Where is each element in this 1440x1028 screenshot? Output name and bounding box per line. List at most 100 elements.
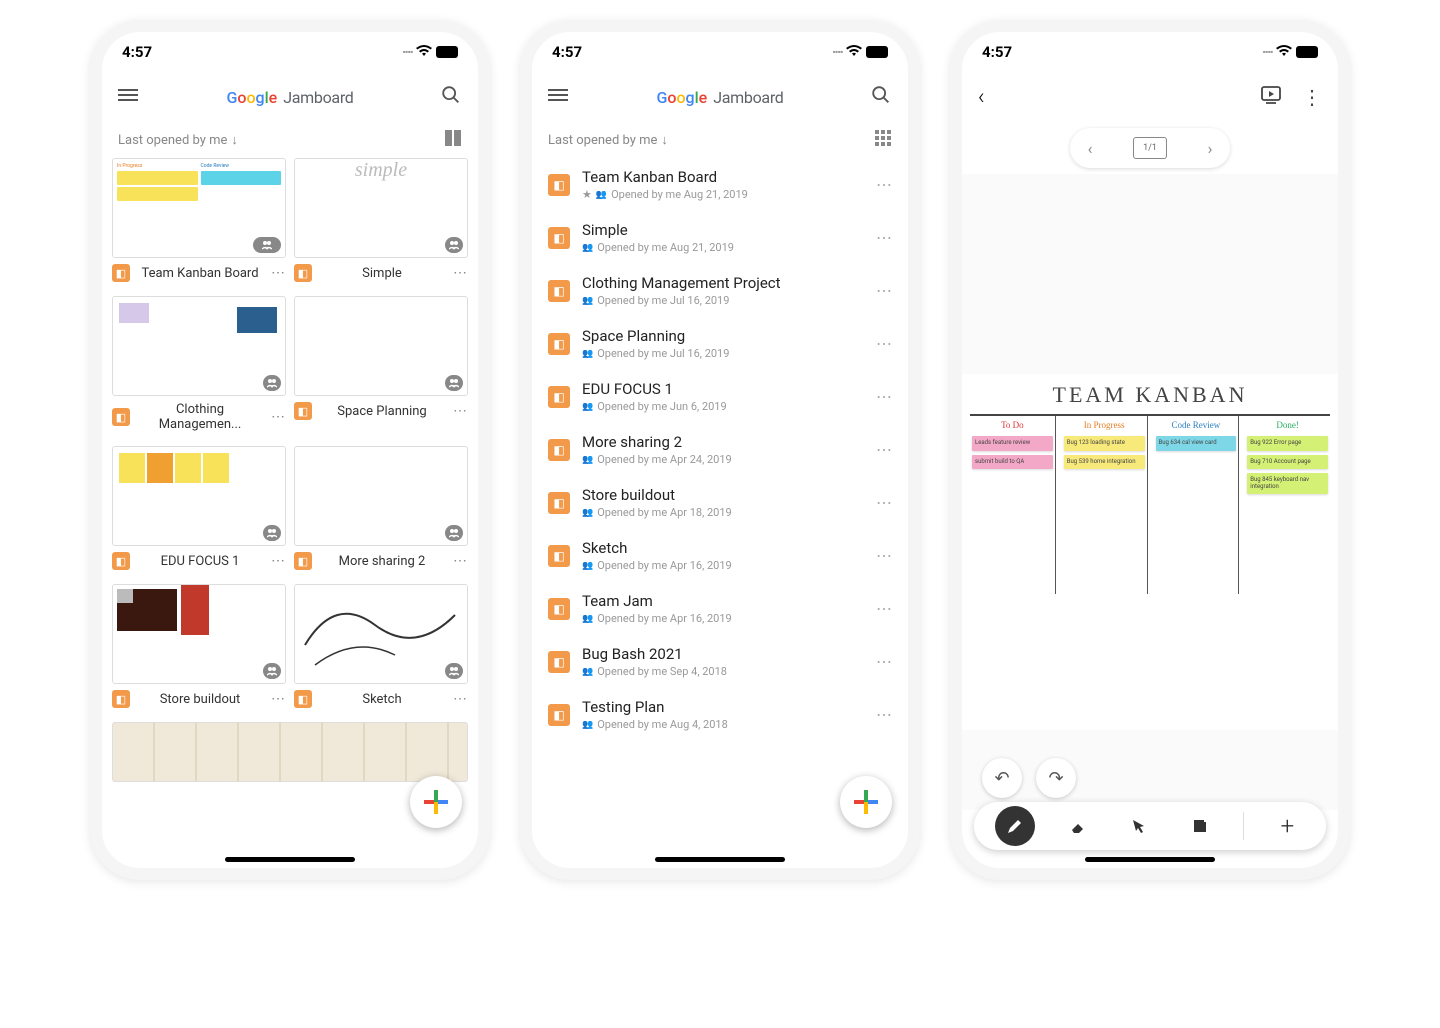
list-item-more-button[interactable]: ⋯ [876, 387, 892, 406]
shared-badge-icon [263, 525, 281, 541]
grid-card[interactable]: In Progress Code Review ◧Team Kanban Boa… [112, 158, 286, 288]
back-button[interactable]: ‹ [978, 85, 985, 110]
list-item[interactable]: ◧Team Jam👥 Opened by me Apr 16, 2019⋯ [532, 582, 908, 635]
list-item-subtitle: 👥 Opened by me Aug 4, 2018 [582, 718, 864, 731]
list-item[interactable]: ◧Sketch👥 Opened by me Apr 16, 2019⋯ [532, 529, 908, 582]
next-frame-button[interactable]: › [1200, 139, 1220, 158]
card-title: EDU FOCUS 1 [136, 554, 264, 569]
present-button[interactable] [1260, 85, 1282, 109]
card-title: More sharing 2 [318, 554, 446, 569]
list-scroll[interactable]: ◧Team Kanban Board★ 👥 Opened by me Aug 2… [532, 158, 908, 868]
grid-card[interactable] [112, 722, 468, 782]
view-toggle-list-button[interactable] [444, 129, 462, 151]
kanban-column[interactable]: Done!Bug 922 Error pageBug 710 Account p… [1245, 416, 1330, 594]
list-item[interactable]: ◧Simple👥 Opened by me Aug 21, 2019⋯ [532, 211, 908, 264]
sticky-note[interactable]: Leads feature review [972, 436, 1053, 451]
list-item-more-button[interactable]: ⋯ [876, 493, 892, 512]
list-item-subtitle: 👥 Opened by me Apr 16, 2019 [582, 559, 864, 572]
home-indicator[interactable] [655, 857, 785, 862]
sticky-note[interactable]: Bug 539 home integration [1064, 455, 1145, 470]
list-item[interactable]: ◧Testing Plan👥 Opened by me Aug 4, 2018⋯ [532, 688, 908, 741]
card-more-button[interactable]: ⋯ [270, 409, 286, 425]
view-toggle-grid-button[interactable] [874, 129, 892, 151]
board-content[interactable]: TEAM KANBAN To DoLeads feature reviewsub… [962, 374, 1338, 730]
list-item-more-button[interactable]: ⋯ [876, 546, 892, 565]
fab-new-button[interactable] [410, 776, 462, 828]
sticky-note[interactable]: submit build to QA [972, 455, 1053, 470]
shared-badge-icon [445, 525, 463, 541]
grid-scroll[interactable]: In Progress Code Review ◧Team Kanban Boa… [102, 158, 478, 868]
list-item[interactable]: ◧Store buildout👥 Opened by me Apr 18, 20… [532, 476, 908, 529]
card-thumbnail[interactable]: simple [294, 158, 468, 258]
sticky-note-tool[interactable] [1182, 808, 1218, 844]
pen-tool[interactable] [995, 806, 1035, 846]
grid-card[interactable]: ◧Space Planning⋯ [294, 296, 468, 438]
list-item[interactable]: ◧Bug Bash 2021👥 Opened by me Sep 4, 2018… [532, 635, 908, 688]
add-tool[interactable]: + [1269, 808, 1305, 844]
search-button[interactable] [440, 84, 462, 110]
menu-button[interactable] [118, 86, 140, 108]
cellular-icon: ···· [402, 43, 412, 61]
card-more-button[interactable]: ⋯ [270, 265, 286, 281]
grid-card[interactable]: ◧More sharing 2⋯ [294, 446, 468, 576]
card-more-button[interactable]: ⋯ [270, 553, 286, 569]
list-item-more-button[interactable]: ⋯ [876, 281, 892, 300]
select-tool[interactable] [1121, 808, 1157, 844]
card-more-button[interactable]: ⋯ [452, 403, 468, 419]
list-item[interactable]: ◧More sharing 2👥 Opened by me Apr 24, 20… [532, 423, 908, 476]
list-item-more-button[interactable]: ⋯ [876, 705, 892, 724]
sticky-note[interactable]: Bug 710 Account page [1247, 455, 1328, 470]
list-item-text: Sketch👥 Opened by me Apr 16, 2019 [582, 539, 864, 572]
sticky-note[interactable]: Bug 922 Error page [1247, 436, 1328, 451]
home-indicator[interactable] [225, 857, 355, 862]
card-more-button[interactable]: ⋯ [452, 691, 468, 707]
list-item-more-button[interactable]: ⋯ [876, 599, 892, 618]
list-item[interactable]: ◧Space Planning👥 Opened by me Jul 16, 20… [532, 317, 908, 370]
list-item-title: Space Planning [582, 327, 864, 345]
sticky-note[interactable]: Bug 634 cal view card [1156, 436, 1237, 451]
sort-button[interactable]: Last opened by me ↓ [548, 132, 668, 148]
list-item-more-button[interactable]: ⋯ [876, 175, 892, 194]
canvas[interactable]: TEAM KANBAN To DoLeads feature reviewsub… [962, 174, 1338, 810]
card-thumbnail[interactable] [112, 584, 286, 684]
list-item[interactable]: ◧Team Kanban Board★ 👥 Opened by me Aug 2… [532, 158, 908, 211]
grid-card[interactable]: ◧Store buildout⋯ [112, 584, 286, 714]
grid-card[interactable]: ◧EDU FOCUS 1⋯ [112, 446, 286, 576]
list-item[interactable]: ◧EDU FOCUS 1👥 Opened by me Jun 6, 2019⋯ [532, 370, 908, 423]
list-item[interactable]: ◧Clothing Management Project👥 Opened by … [532, 264, 908, 317]
card-more-button[interactable]: ⋯ [270, 691, 286, 707]
shared-badge-icon [445, 375, 463, 391]
redo-button[interactable]: ↷ [1036, 758, 1076, 798]
column-header: Code Review [1156, 420, 1237, 432]
undo-button[interactable]: ↶ [982, 758, 1022, 798]
menu-button[interactable] [548, 86, 570, 108]
card-thumbnail[interactable]: In Progress Code Review [112, 158, 286, 258]
list-item-more-button[interactable]: ⋯ [876, 228, 892, 247]
prev-frame-button[interactable]: ‹ [1080, 139, 1100, 158]
card-thumbnail[interactable] [112, 446, 286, 546]
frame-indicator[interactable]: 1/1 [1133, 137, 1167, 159]
grid-card[interactable]: simple◧Simple⋯ [294, 158, 468, 288]
card-thumbnail[interactable] [294, 584, 468, 684]
home-indicator[interactable] [1085, 857, 1215, 862]
card-thumbnail[interactable] [112, 296, 286, 396]
sticky-note[interactable]: Bug 123 loading state [1064, 436, 1145, 451]
grid-card[interactable]: ◧Sketch⋯ [294, 584, 468, 714]
sort-button[interactable]: Last opened by me ↓ [118, 132, 238, 148]
eraser-tool[interactable] [1060, 808, 1096, 844]
search-button[interactable] [870, 84, 892, 110]
overflow-menu-button[interactable]: ⋮ [1302, 85, 1322, 109]
grid-card[interactable]: ◧Clothing Managemen...⋯ [112, 296, 286, 438]
kanban-column[interactable]: To DoLeads feature reviewsubmit build to… [970, 416, 1056, 594]
kanban-column[interactable]: In ProgressBug 123 loading stateBug 539 … [1062, 416, 1148, 594]
card-more-button[interactable]: ⋯ [452, 265, 468, 281]
list-item-more-button[interactable]: ⋯ [876, 334, 892, 353]
list-item-more-button[interactable]: ⋯ [876, 440, 892, 459]
sticky-note[interactable]: Bug 845 keyboard nav integration [1247, 473, 1328, 494]
list-item-more-button[interactable]: ⋯ [876, 652, 892, 671]
card-thumbnail[interactable] [294, 296, 468, 396]
card-thumbnail[interactable] [294, 446, 468, 546]
fab-new-button[interactable] [840, 776, 892, 828]
kanban-column[interactable]: Code Review Bug 634 cal view card [1154, 416, 1240, 594]
card-more-button[interactable]: ⋯ [452, 553, 468, 569]
